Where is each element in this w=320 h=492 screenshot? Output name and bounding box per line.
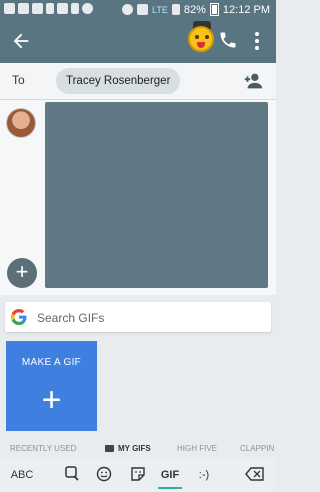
phone-icon[interactable]	[218, 30, 238, 50]
network-type: LTE	[152, 4, 168, 15]
app-bar	[0, 20, 276, 63]
contact-avatar[interactable]	[6, 108, 36, 138]
plus-icon: +	[41, 381, 62, 419]
emoticon-key[interactable]: :-)	[193, 466, 215, 484]
camera-icon	[105, 445, 114, 452]
tab-my-gifs[interactable]: MY GIFS	[105, 444, 151, 453]
recipient-bar: To Tracey Rosenberger	[0, 63, 276, 100]
make-gif-label: MAKE A GIF	[21, 357, 82, 368]
tab-clappin[interactable]: CLAPPIN	[240, 444, 274, 453]
emoji-sticker-icon[interactable]	[188, 26, 214, 52]
search-icon[interactable]	[63, 466, 81, 484]
gif-key[interactable]: GIF	[158, 466, 182, 484]
gif-category-tabs: RECENTLY USED MY GIFS HIGH FIVE CLAPPIN	[0, 436, 276, 458]
battery-icon	[209, 3, 219, 16]
recipient-chip[interactable]: Tracey Rosenberger	[56, 68, 181, 94]
mail-icon	[4, 3, 15, 14]
sync-icon	[82, 3, 93, 14]
upload-icon	[71, 3, 79, 14]
to-label: To	[12, 73, 25, 87]
notification-icons	[4, 3, 93, 14]
alarm-icon	[122, 4, 134, 15]
battery-percent: 82%	[183, 3, 206, 16]
backspace-icon[interactable]	[244, 466, 266, 484]
status-bar: LTE 82% 12:12 PM	[0, 0, 276, 20]
app-icon	[32, 3, 43, 14]
signal-icon	[171, 4, 180, 15]
plus-icon[interactable]: +	[7, 258, 37, 288]
tab-high-five[interactable]: HIGH FIVE	[177, 444, 217, 453]
keyboard-mode-bar: ABC GIF :-)	[0, 458, 276, 492]
wifi-icon	[137, 4, 149, 15]
emoji-icon[interactable]	[95, 466, 113, 484]
calendar-icon	[57, 3, 68, 14]
gif-search-bar[interactable]	[5, 302, 271, 332]
system-icons: LTE 82% 12:12 PM	[122, 3, 270, 16]
active-mode-indicator	[158, 487, 182, 489]
arrow-back-icon[interactable]	[10, 30, 34, 54]
conversation-thread: +	[0, 100, 276, 295]
clock: 12:12 PM	[222, 3, 270, 16]
sticker-icon[interactable]	[129, 466, 147, 484]
more-vert-icon[interactable]	[252, 30, 262, 52]
google-logo-icon	[11, 309, 27, 325]
message-content-redacted	[45, 102, 268, 288]
make-gif-button[interactable]: MAKE A GIF +	[6, 341, 97, 431]
abc-key[interactable]: ABC	[10, 466, 34, 484]
gif-search-input[interactable]	[35, 308, 259, 328]
tab-my-gifs-label: MY GIFS	[118, 444, 151, 453]
image-icon	[18, 3, 29, 14]
add-person-icon[interactable]	[242, 71, 264, 91]
android-icon	[46, 3, 54, 14]
tab-recently-used[interactable]: RECENTLY USED	[10, 444, 76, 453]
